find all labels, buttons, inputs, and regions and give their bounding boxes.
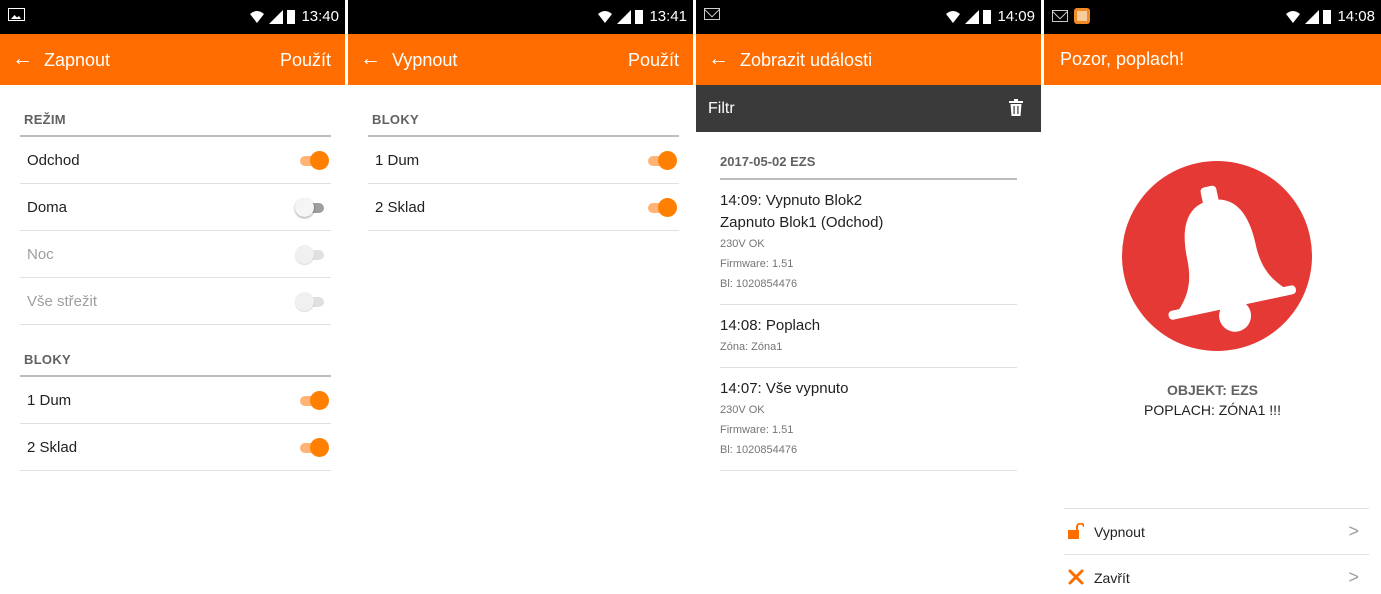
- mode-section-header: REŽIM: [0, 85, 345, 137]
- app-bar: ← Zobrazit události: [696, 34, 1041, 85]
- screen-arm: 13:40 ← Zapnout Použít REŽIM Odchod Doma…: [0, 0, 345, 594]
- filter-label: Filtr: [708, 100, 735, 117]
- block-label: 1 Dum: [27, 392, 72, 409]
- blocks-section-header: BLOKY: [348, 85, 693, 137]
- status-bar: 14:09: [696, 0, 1041, 34]
- event-detail: Zóna: Zóna1: [720, 341, 783, 353]
- alarm-bell-badge: [1122, 161, 1312, 351]
- screen-disarm: 13:41 ← Vypnout Použít BLOKY 1 Dum 2 Skl…: [348, 0, 693, 594]
- close-label: Zavřít: [1094, 570, 1130, 586]
- status-time: 13:40: [301, 8, 339, 25]
- event-detail: Firmware: 1.51: [720, 424, 794, 436]
- app-bar: ← Vypnout Použít: [348, 34, 693, 85]
- image-notification-icon: [8, 8, 25, 21]
- event-text: 14:08: Poplach: [720, 317, 821, 334]
- event-detail: Bl: 1020854476: [720, 278, 798, 290]
- event-detail: 230V OK: [720, 238, 765, 250]
- mode-label: Noc: [27, 246, 54, 263]
- block-row-sklad[interactable]: 2 Sklad: [20, 424, 331, 471]
- block-toggle[interactable]: [646, 198, 677, 217]
- list-item[interactable]: 14:08: Poplach Zóna: Zóna1: [720, 305, 1017, 368]
- back-arrow-icon[interactable]: ←: [360, 46, 381, 72]
- bell-icon: [1168, 185, 1297, 332]
- mode-row-doma[interactable]: Doma: [20, 184, 331, 231]
- signal-icon: [965, 9, 980, 24]
- mail-notification-icon: [704, 8, 720, 20]
- wifi-icon: [598, 10, 613, 23]
- event-text: 14:07: Vše vypnuto: [720, 380, 849, 397]
- battery-icon: [1323, 9, 1332, 24]
- mode-label: Odchod: [27, 152, 80, 169]
- status-bar: 14:08: [1044, 0, 1381, 34]
- mode-toggle[interactable]: [295, 198, 326, 217]
- status-bar: 13:41: [348, 0, 693, 34]
- event-detail: Firmware: 1.51: [720, 258, 794, 270]
- event-detail: 230V OK: [720, 404, 765, 416]
- screen-alarm: 14:08 Pozor, poplach! OBJEKT: EZS POPLAC…: [1044, 0, 1381, 594]
- mode-toggle: [295, 245, 326, 264]
- apply-button[interactable]: Použít: [280, 49, 331, 71]
- block-label: 2 Sklad: [27, 439, 78, 456]
- mode-toggle[interactable]: [298, 151, 329, 170]
- page-title: Vypnout: [392, 50, 458, 70]
- event-detail: Bl: 1020854476: [720, 444, 798, 456]
- status-time: 14:08: [1337, 8, 1375, 25]
- filter-bar[interactable]: Filtr: [696, 85, 1041, 132]
- chevron-right-icon: >: [1348, 521, 1359, 541]
- apply-button[interactable]: Použít: [628, 49, 679, 71]
- mail-notification-icon: [1052, 10, 1068, 22]
- block-row-dum[interactable]: 1 Dum: [20, 377, 331, 424]
- mode-label: Vše střežit: [27, 293, 98, 310]
- wifi-icon: [1286, 10, 1301, 23]
- unlock-icon: [1068, 523, 1084, 539]
- mode-label: Doma: [27, 199, 68, 216]
- mode-row-vse-strezit: Vše střežit: [20, 278, 331, 325]
- disarm-label: Vypnout: [1094, 524, 1145, 540]
- object-text: OBJEKT: EZS: [1166, 382, 1258, 398]
- signal-icon: [1305, 9, 1320, 24]
- wifi-icon: [946, 10, 961, 23]
- signal-icon: [269, 9, 284, 24]
- list-item[interactable]: 14:09: Vypnuto Blok2 Zapnuto Blok1 (Odch…: [720, 180, 1017, 305]
- block-row-dum[interactable]: 1 Dum: [368, 137, 679, 184]
- status-time: 14:09: [997, 8, 1035, 25]
- event-text: Zapnuto Blok1 (Odchod): [720, 214, 884, 231]
- blocks-section-header: BLOKY: [0, 325, 345, 377]
- signal-icon: [617, 9, 632, 24]
- app-notification-icon: [1074, 8, 1090, 24]
- event-text: 14:09: Vypnuto Blok2: [720, 192, 863, 209]
- app-bar: Pozor, poplach!: [1044, 34, 1381, 85]
- page-title: Zapnout: [44, 50, 111, 70]
- mode-toggle: [295, 292, 326, 311]
- block-label: 1 Dum: [375, 152, 420, 169]
- chevron-right-icon: >: [1348, 567, 1359, 587]
- status-bar: 13:40: [0, 0, 345, 34]
- page-title: Pozor, poplach!: [1060, 49, 1185, 69]
- alarm-message: POPLACH: ZÓNA1 !!!: [1144, 402, 1281, 418]
- close-icon: [1068, 569, 1084, 585]
- disarm-action[interactable]: Vypnout >: [1064, 508, 1369, 553]
- mode-row-odchod[interactable]: Odchod: [20, 137, 331, 184]
- battery-icon: [287, 9, 296, 24]
- trash-icon[interactable]: [1009, 99, 1023, 116]
- mode-row-noc: Noc: [20, 231, 331, 278]
- battery-icon: [635, 9, 644, 24]
- date-header: 2017-05-02 EZS: [720, 150, 1017, 180]
- close-action[interactable]: Zavřít >: [1064, 554, 1369, 594]
- block-toggle[interactable]: [298, 438, 329, 457]
- app-bar: ← Zapnout Použít: [0, 34, 345, 85]
- back-arrow-icon[interactable]: ←: [708, 46, 729, 72]
- back-arrow-icon[interactable]: ←: [12, 46, 33, 72]
- list-item[interactable]: 14:07: Vše vypnuto 230V OK Firmware: 1.5…: [720, 368, 1017, 471]
- battery-icon: [983, 9, 992, 24]
- block-toggle[interactable]: [298, 391, 329, 410]
- block-label: 2 Sklad: [375, 199, 426, 216]
- screen-events: 14:09 ← Zobrazit události Filtr 2017-05-…: [696, 0, 1041, 594]
- status-time: 13:41: [649, 8, 687, 25]
- block-toggle[interactable]: [646, 151, 677, 170]
- page-title: Zobrazit události: [740, 50, 873, 70]
- block-row-sklad[interactable]: 2 Sklad: [368, 184, 679, 231]
- wifi-icon: [250, 10, 265, 23]
